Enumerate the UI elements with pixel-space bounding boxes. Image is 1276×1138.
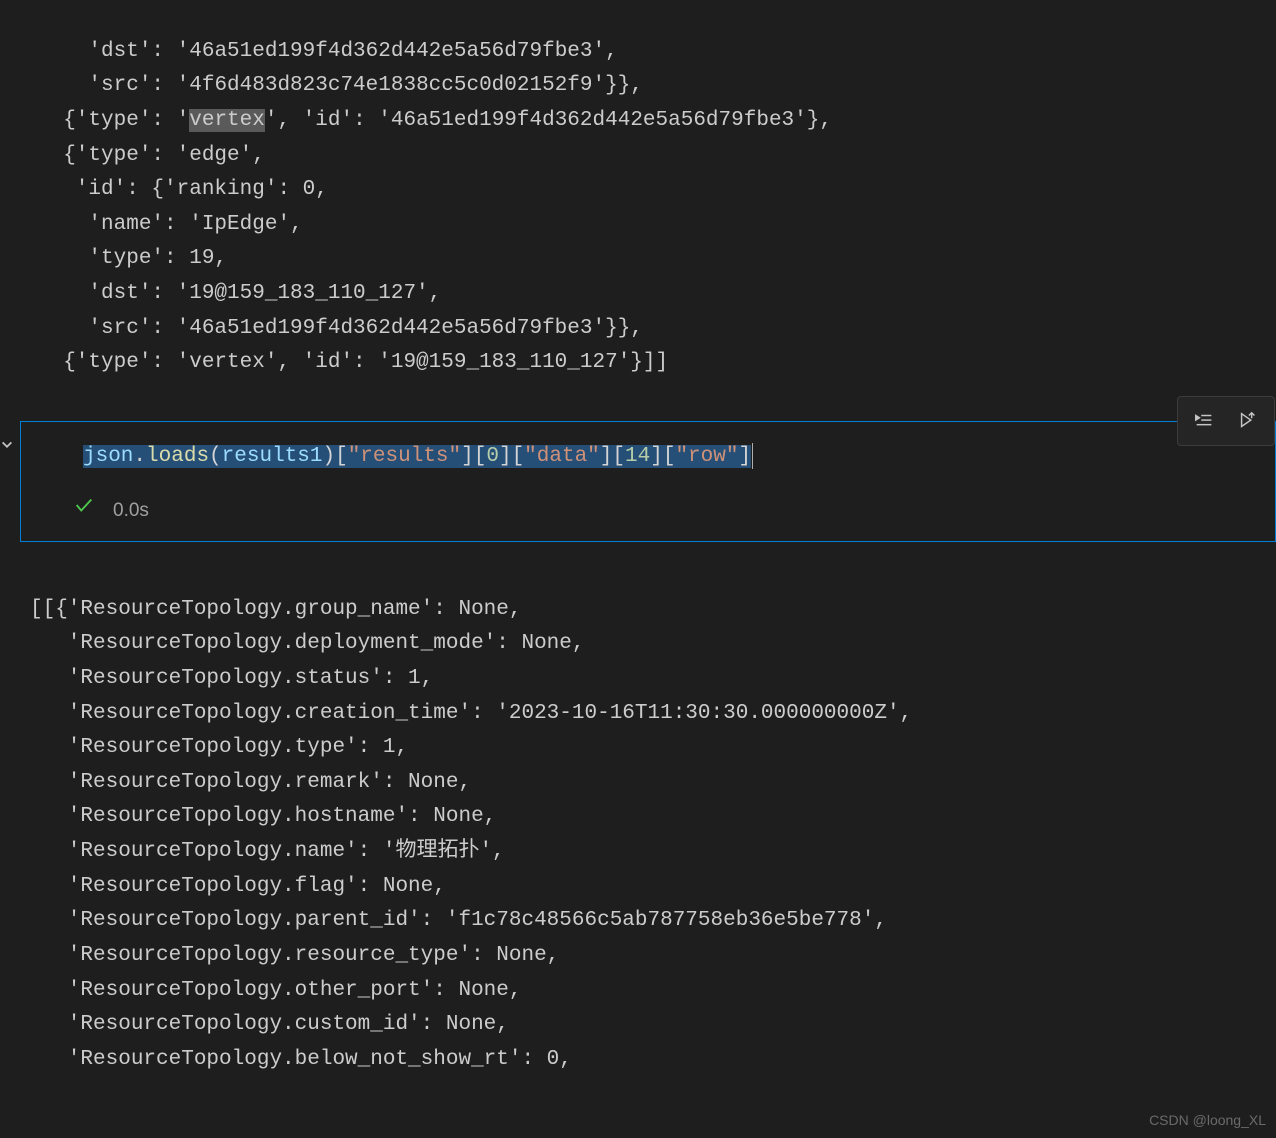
out-line: 'ResourceTopology.deployment_mode': None… [30,632,585,655]
out-line: 'src': '4f6d483d823c74e1838cc5c0d02152f9… [38,74,643,97]
prev-cell-output: 'dst': '46a51ed199f4d362d442e5a56d79fbe3… [0,0,1276,381]
text-cursor [752,443,753,469]
code-editor[interactable]: json.loads(results1)["results"][0]["data… [21,422,1275,489]
execution-time: 0.0s [113,495,149,526]
out-line: 'ResourceTopology.remark': None, [30,771,471,794]
out-line: 'ResourceTopology.hostname': None, [30,805,496,828]
cell-output: [[{'ResourceTopology.group_name': None, … [0,542,1276,1078]
out-line: 'ResourceTopology.name': '物理拓扑', [30,840,505,863]
out-line: 'type': 19, [38,247,227,270]
watermark-text: CSDN @loong_XL [1149,1109,1266,1132]
out-line: 'src': '46a51ed199f4d362d442e5a56d79fbe3… [38,317,643,340]
out-line: 'ResourceTopology.below_not_show_rt': 0, [30,1048,572,1071]
out-line: 'ResourceTopology.type': 1, [30,736,408,759]
out-line: 'ResourceTopology.flag': None, [30,875,446,898]
out-line: {'type': 'edge', [38,144,265,167]
out-line: 'ResourceTopology.status': 1, [30,667,433,690]
out-line: 'ResourceTopology.custom_id': None, [30,1013,509,1036]
search-highlight: vertex [189,109,265,132]
out-line: {'type': 'vertex', 'id': '46a51ed199f4d3… [38,109,832,132]
code-cell[interactable]: json.loads(results1)["results"][0]["data… [20,421,1276,542]
out-line: 'ResourceTopology.other_port': None, [30,979,521,1002]
out-line: 'id': {'ranking': 0, [38,178,328,201]
cell-collapse-chevron[interactable] [0,438,14,461]
cell-status: 0.0s [21,489,1275,541]
out-line: 'name': 'IpEdge', [38,213,303,236]
out-line: 'ResourceTopology.parent_id': 'f1c78c485… [30,909,887,932]
out-line: 'dst': '46a51ed199f4d362d442e5a56d79fbe3… [38,40,618,63]
out-line: 'ResourceTopology.resource_type': None, [30,944,559,967]
out-line: [[{'ResourceTopology.group_name': None, [30,598,521,621]
out-line: 'dst': '19@159_183_110_127', [38,282,441,305]
success-check-icon [73,493,95,529]
out-line: 'ResourceTopology.creation_time': '2023-… [30,702,912,725]
out-line: {'type': 'vertex', 'id': '19@159_183_110… [38,351,668,374]
